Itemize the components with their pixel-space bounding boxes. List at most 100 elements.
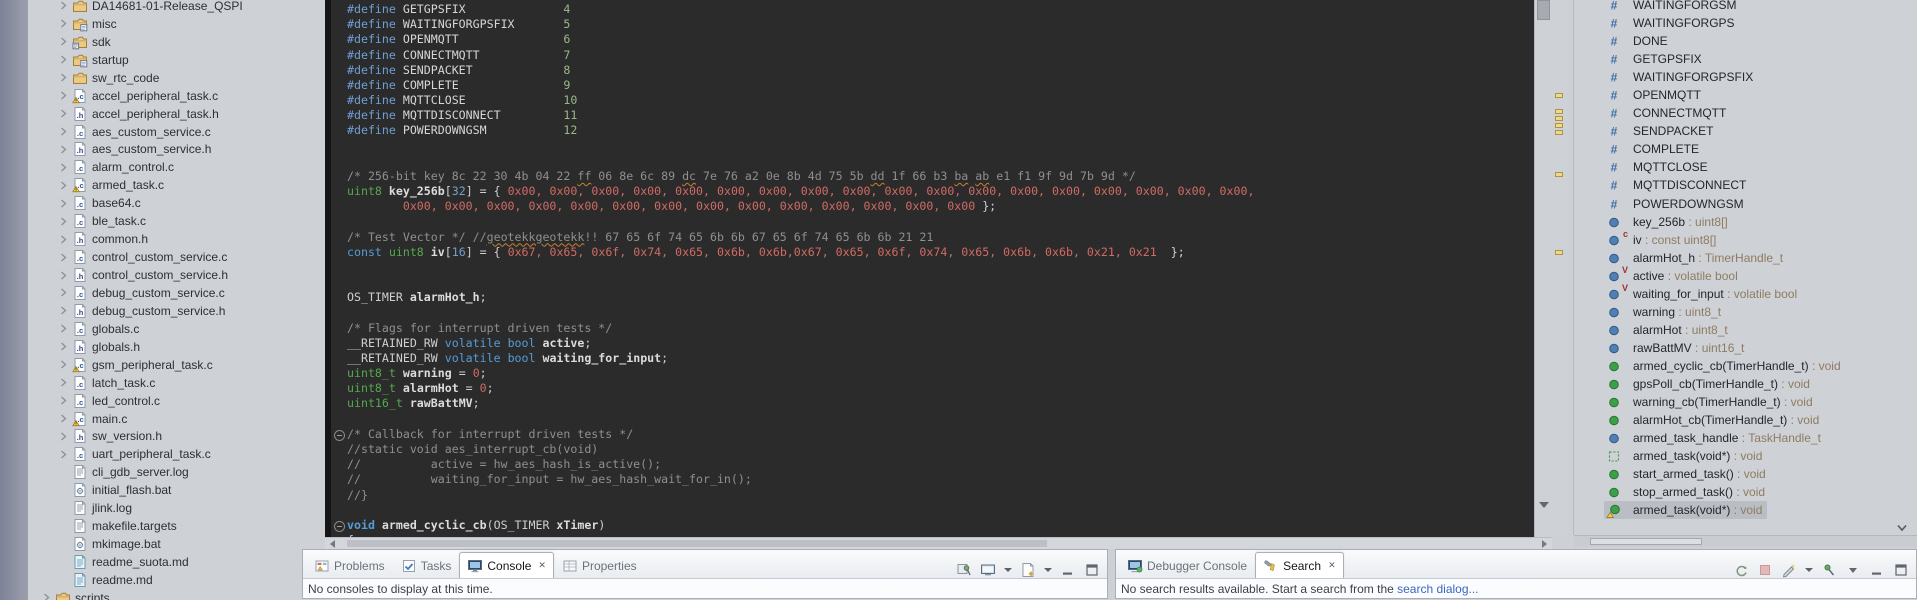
code-line[interactable]: #define GETGPSFIX 4 [347, 2, 1534, 17]
code-line[interactable]: void armed_cyclic_cb(OS_TIMER xTimer) [347, 518, 1534, 533]
editor-horizontal-scrollbar[interactable] [325, 537, 1552, 549]
tree-item[interactable]: misc [28, 15, 320, 33]
editor-vertical-scrollbar[interactable] [1534, 0, 1552, 537]
tree-item[interactable]: .cble_task.c [28, 212, 320, 230]
code-line[interactable]: /* 256-bit key 8c 22 30 4b 04 22 ff 06 8… [347, 169, 1534, 184]
outline-item[interactable]: #GETGPSFIX [1574, 50, 1917, 68]
expand-chevron-icon[interactable] [55, 253, 71, 262]
view-menu-button[interactable] [1845, 562, 1861, 578]
outline-item[interactable]: #MQTTDISCONNECT [1574, 176, 1917, 194]
expand-chevron-icon[interactable] [55, 127, 71, 136]
code-line[interactable]: //static void aes_interrupt_cb(void) [347, 442, 1534, 457]
code-line[interactable] [347, 154, 1534, 169]
tree-item[interactable]: readme.md [28, 571, 320, 589]
code-line[interactable]: /* Flags for interrupt driven tests */ [347, 321, 1534, 336]
tab-console[interactable]: Console✕ [459, 552, 554, 578]
warning-marker-icon[interactable] [1555, 123, 1563, 128]
scroll-right-arrow-icon[interactable] [1542, 540, 1547, 548]
code-line[interactable]: uint16_t rawBattMV; [347, 396, 1534, 411]
tab-tasks[interactable]: Tasks [393, 552, 460, 578]
tab-search[interactable]: Search✕ [1255, 552, 1344, 578]
outline-item[interactable]: #WAITINGFORGPS [1574, 14, 1917, 32]
expand-chevron-icon[interactable] [55, 306, 71, 315]
minimize-button[interactable] [1869, 562, 1885, 578]
scroll-left-arrow-icon[interactable] [330, 540, 335, 548]
outline-item[interactable]: #COMPLETE [1574, 140, 1917, 158]
outline-item[interactable]: civ : const uint8[] [1574, 231, 1917, 249]
expand-chevron-icon[interactable] [55, 199, 71, 208]
expand-chevron-icon[interactable] [55, 181, 71, 190]
outline-horizontal-scrollbar-thumb[interactable] [1590, 538, 1702, 545]
code-line[interactable]: const uint8 iv[16] = { 0x67, 0x65, 0x6f,… [347, 245, 1534, 260]
tree-item[interactable]: .hdebug_custom_service.h [28, 302, 320, 320]
tree-item[interactable]: .clatch_task.c [28, 374, 320, 392]
code-line[interactable]: uint8 key_256b[32] = { 0x00, 0x00, 0x00,… [347, 184, 1534, 199]
warning-marker-icon[interactable] [1555, 250, 1563, 255]
outline-item[interactable]: armed_cyclic_cb(TimerHandle_t) : void [1574, 357, 1917, 375]
close-tab-icon[interactable]: ✕ [1328, 560, 1336, 571]
close-tab-icon[interactable]: ✕ [538, 560, 546, 571]
tree-item[interactable]: .caes_custom_service.c [28, 123, 320, 141]
tree-item[interactable]: cli_gdb_server.log [28, 463, 320, 481]
tree-item[interactable]: makefile.targets [28, 517, 320, 535]
tree-item[interactable]: sdk [28, 33, 320, 51]
tree-item[interactable]: .hcommon.h [28, 230, 320, 248]
search-dialog-link[interactable]: search dialog... [1397, 582, 1478, 596]
code-line[interactable]: /* Test Vector */ //geotekkgeotekk!! 67 … [347, 230, 1534, 245]
tree-item[interactable]: .cbase64.c [28, 194, 320, 212]
tab-problems[interactable]: Problems [306, 552, 393, 578]
code-line[interactable] [347, 260, 1534, 275]
maximize-button[interactable] [1893, 562, 1909, 578]
dropdown-arrow-icon[interactable] [1004, 562, 1012, 578]
open-console-button[interactable] [1020, 562, 1036, 578]
code-line[interactable]: #define POWERDOWNGSM 12 [347, 123, 1534, 138]
tree-item[interactable]: DA14681-01-Release_QSPI [28, 0, 320, 15]
tree-item[interactable]: jlink.log [28, 499, 320, 517]
expand-chevron-icon[interactable] [55, 91, 71, 100]
expand-chevron-icon[interactable] [55, 288, 71, 297]
code-line[interactable]: #define COMPLETE 9 [347, 78, 1534, 93]
editor-vertical-scrollbar-thumb[interactable] [1537, 0, 1550, 20]
tree-item[interactable]: initial_flash.bat [28, 481, 320, 499]
code-editor[interactable]: #define GETGPSFIX 4#define WAITINGFORGPS… [331, 0, 1534, 537]
code-line[interactable]: uint8_t alarmHot = 0; [347, 381, 1534, 396]
code-line[interactable]: #define OPENMQTT 6 [347, 32, 1534, 47]
code-line[interactable]: #define MQTTDISCONNECT 11 [347, 108, 1534, 123]
outline-item[interactable]: warning_cb(TimerHandle_t) : void [1574, 393, 1917, 411]
tree-item[interactable]: .ccontrol_custom_service.c [28, 248, 320, 266]
tree-item[interactable]: readme_suota.md [28, 553, 320, 571]
expand-chevron-icon[interactable] [55, 73, 71, 82]
code-line[interactable]: // waiting_for_input = hw_aes_hash_wait_… [347, 472, 1534, 487]
tree-item[interactable]: .haccel_peripheral_task.h [28, 105, 320, 123]
warning-marker-icon[interactable] [1555, 109, 1563, 114]
outline-item[interactable]: start_armed_task() : void [1574, 465, 1917, 483]
tree-item[interactable]: .haes_custom_service.h [28, 141, 320, 159]
code-line[interactable]: 0x00, 0x00, 0x00, 0x00, 0x00, 0x00, 0x00… [347, 199, 1534, 214]
outline-item[interactable]: warning : uint8_t [1574, 303, 1917, 321]
editor-overview-ruler[interactable] [1552, 0, 1567, 537]
outline-item[interactable]: gpsPoll_cb(TimerHandle_t) : void [1574, 375, 1917, 393]
code-line[interactable] [347, 305, 1534, 320]
tree-item[interactable]: startup [28, 51, 320, 69]
expand-chevron-icon[interactable] [55, 378, 71, 387]
tree-item[interactable]: .caccel_peripheral_task.c [28, 87, 320, 105]
code-line[interactable]: __RETAINED_RW volatile bool waiting_for_… [347, 351, 1534, 366]
expand-chevron-icon[interactable] [55, 432, 71, 441]
code-line[interactable]: //} [347, 488, 1534, 503]
tree-item[interactable]: .cmain.c [28, 410, 320, 428]
outline-item[interactable]: #WAITINGFORGPSFIX [1574, 68, 1917, 86]
outline-horizontal-scrollbar[interactable] [1574, 535, 1917, 547]
outline-item[interactable]: #SENDPACKET [1574, 122, 1917, 140]
code-line[interactable]: OS_TIMER alarmHot_h; [347, 290, 1534, 305]
tree-item[interactable]: mkimage.bat [28, 535, 320, 553]
tree-item[interactable]: sw_rtc_code [28, 69, 320, 87]
code-line[interactable] [347, 503, 1534, 518]
code-line[interactable]: #define WAITINGFORGPSFIX 5 [347, 17, 1534, 32]
expand-chevron-icon[interactable] [55, 235, 71, 244]
outline-item[interactable]: armed_task(void*) : void [1574, 447, 1917, 465]
outline-item[interactable]: rawBattMV : uint16_t [1574, 339, 1917, 357]
tree-item[interactable]: .cgsm_peripheral_task.c [28, 356, 320, 374]
tree-item[interactable]: .calarm_control.c [28, 158, 320, 176]
outline-item[interactable]: Vwaiting_for_input : volatile bool [1574, 285, 1917, 303]
editor-horizontal-scrollbar-thumb[interactable] [347, 540, 1047, 547]
